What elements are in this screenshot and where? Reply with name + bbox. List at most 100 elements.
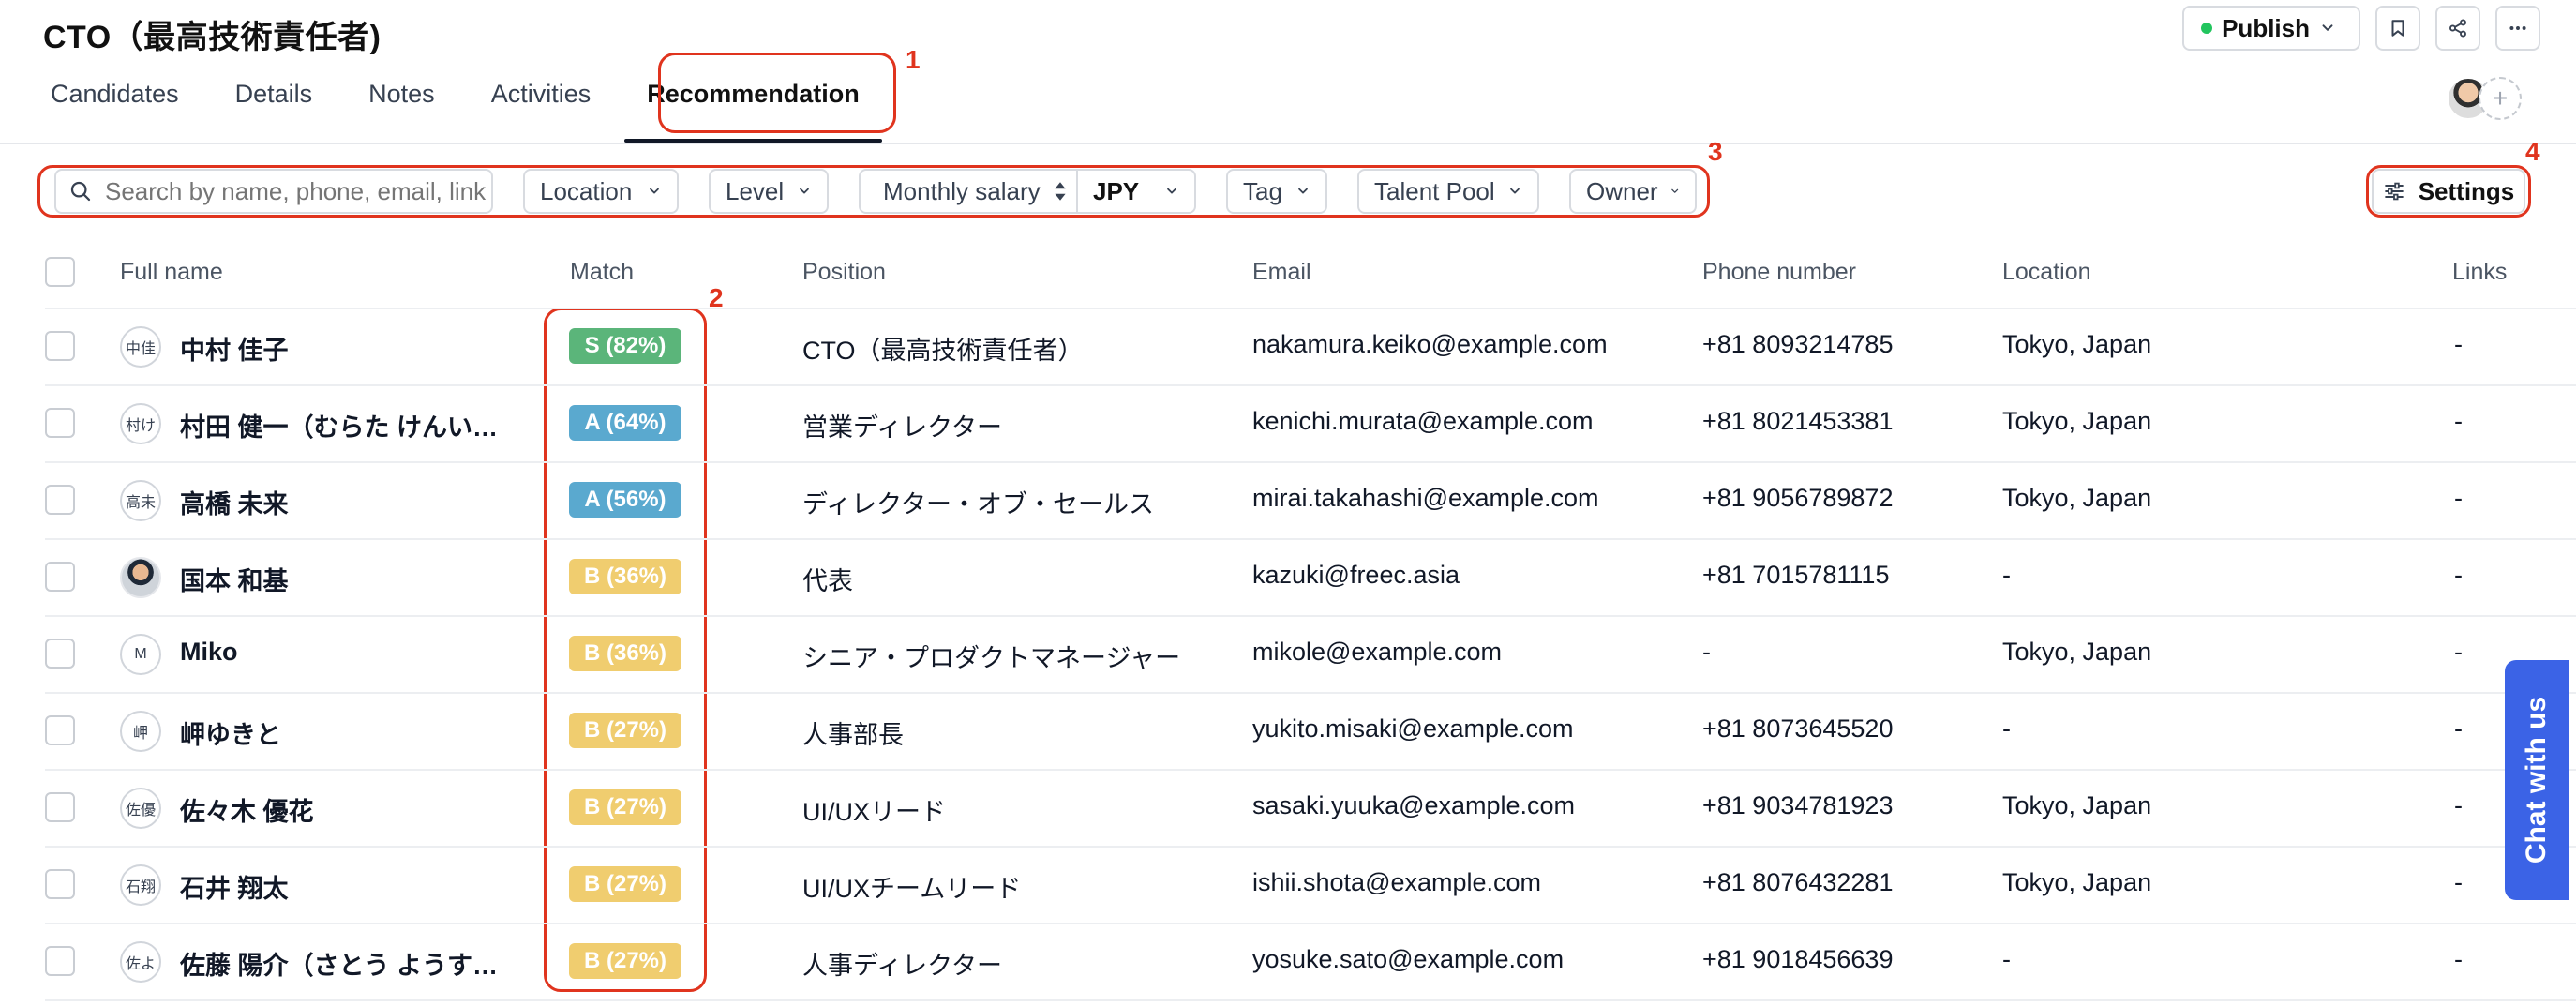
candidate-name[interactable]: 村田 健一（むらた けんいち... [180, 407, 517, 443]
links-cell: - [2454, 484, 2463, 512]
candidate-name[interactable]: 国本 和基 [180, 561, 289, 597]
tab-candidates[interactable]: Candidates [22, 80, 207, 143]
search-box[interactable] [54, 169, 493, 214]
row-checkbox[interactable] [45, 331, 75, 361]
more-horizontal-icon [2509, 26, 2526, 30]
candidate-name[interactable]: Miko [180, 638, 238, 667]
row-checkbox[interactable] [45, 869, 75, 899]
location-filter[interactable]: Location [523, 169, 679, 214]
monthly-salary-input[interactable]: Monthly salary [861, 171, 1078, 212]
table-row[interactable]: 佐優 佐々木 優花 B (27%) UI/UXリード sasaki.yuuka@exam… [0, 769, 2576, 846]
monthly-salary-label: Monthly salary [883, 176, 1041, 205]
page-title: CTO（最高技術責任者) [43, 20, 382, 55]
table-row[interactable]: 岬岬ゆきと B (27%) 人事部長 yukito.misaki@example.co… [0, 692, 2576, 769]
table-row[interactable]: 村け 村田 健一（むらた けんいち... A (64%) 営業ディレクター kenich… [0, 384, 2576, 461]
email-cell: nakamura.keiko@example.com [1252, 330, 1608, 358]
column-header-position[interactable]: Position [802, 259, 886, 286]
links-cell: - [2454, 638, 2463, 666]
talent-pool-filter[interactable]: Talent Pool [1357, 169, 1539, 214]
column-header-phone[interactable]: Phone number [1702, 259, 1856, 286]
row-checkbox[interactable] [45, 946, 75, 976]
chat-label: Chat with us [2521, 696, 2552, 864]
level-filter[interactable]: Level [709, 169, 829, 214]
location-cell: Tokyo, Japan [2002, 484, 2152, 512]
column-header-email[interactable]: Email [1252, 259, 1311, 286]
row-checkbox[interactable] [45, 485, 75, 515]
location-cell: Tokyo, Japan [2002, 407, 2152, 435]
header-actions: Publish [2182, 6, 2540, 51]
email-cell: ishii.shota@example.com [1252, 868, 1542, 896]
chevron-down-icon [1298, 188, 1308, 194]
column-header-match[interactable]: Match [570, 259, 634, 286]
links-cell: - [2454, 561, 2463, 589]
settings-label: Settings [2418, 176, 2515, 205]
email-cell: yosuke.sato@example.com [1252, 945, 1565, 973]
chevron-down-icon [1510, 188, 1520, 194]
tag-filter[interactable]: Tag [1226, 169, 1327, 214]
phone-cell: +81 8093214785 [1702, 330, 1894, 358]
tab-activities[interactable]: Activities [463, 80, 620, 143]
links-cell: - [2454, 407, 2463, 435]
tag-filter-label: Tag [1243, 176, 1282, 205]
match-badge: S (82%) [569, 328, 681, 364]
publish-button[interactable]: Publish [2182, 6, 2360, 51]
tab-notes[interactable]: Notes [340, 80, 463, 143]
row-checkbox[interactable] [45, 715, 75, 745]
position-cell: シニア・プロダクトマネージャー [802, 644, 1181, 672]
settings-button[interactable]: Settings [2372, 169, 2525, 214]
location-cell: Tokyo, Japan [2002, 868, 2152, 896]
email-cell: mikole@example.com [1252, 638, 1502, 666]
candidate-name[interactable]: 佐々木 優花 [180, 791, 314, 828]
monthly-salary-filter: Monthly salary JPY [859, 169, 1196, 214]
bookmark-icon [2391, 20, 2404, 37]
email-cell: sasaki.yuuka@example.com [1252, 791, 1576, 819]
collaborators: + [2447, 77, 2522, 120]
publish-label: Publish [2222, 13, 2310, 42]
tab-details[interactable]: Details [207, 80, 341, 143]
location-cell: Tokyo, Japan [2002, 638, 2152, 666]
column-header-full-name[interactable]: Full name [120, 259, 223, 286]
add-collaborator-button[interactable]: + [2479, 77, 2522, 120]
avatar [120, 557, 161, 598]
owner-filter[interactable]: Owner [1569, 169, 1697, 214]
match-badge: B (27%) [569, 943, 681, 979]
table-row[interactable]: 国本 和基 B (36%) 代表 kazuki@freec.asia +81 70157… [0, 538, 2576, 615]
table-row[interactable]: 中佳 中村 佳子 S (82%) CTO（最高技術責任者） nakamura.keiko… [0, 308, 2576, 384]
row-checkbox[interactable] [45, 562, 75, 592]
row-checkbox[interactable] [45, 639, 75, 669]
match-badge: B (27%) [569, 789, 681, 825]
row-checkbox[interactable] [45, 408, 75, 438]
position-cell: CTO（最高技術責任者） [802, 337, 1084, 365]
candidate-name[interactable]: 佐藤 陽介（さとう ようすけ... [180, 945, 517, 982]
search-input[interactable] [105, 176, 489, 206]
position-cell: 人事部長 [802, 721, 904, 749]
row-checkbox[interactable] [45, 792, 75, 822]
location-filter-label: Location [540, 176, 633, 205]
share-button[interactable] [2435, 6, 2480, 51]
column-header-links[interactable]: Links [2452, 259, 2507, 286]
avatar: 高未 [120, 480, 161, 521]
table-row[interactable]: 佐よ 佐藤 陽介（さとう ようすけ... B (27%) 人事ディレクター yosuke… [0, 923, 2576, 999]
candidate-name[interactable]: 高橋 未来 [180, 484, 289, 520]
location-cell: Tokyo, Japan [2002, 330, 2152, 358]
table-row[interactable]: M Miko B (36%) シニア・プロダクトマネージャー mikole@exampl… [0, 615, 2576, 692]
table-row[interactable]: 高未 高橋 未来 A (56%) ディレクター・オブ・セールス mirai.takaha… [0, 461, 2576, 538]
chat-with-us-button[interactable]: Chat with us [2505, 660, 2569, 900]
candidate-name[interactable]: 中村 佳子 [180, 330, 289, 367]
chevron-down-icon [2322, 24, 2333, 31]
more-options-button[interactable] [2495, 6, 2540, 51]
links-cell: - [2454, 714, 2463, 743]
avatar: M [120, 634, 161, 675]
select-all-checkbox[interactable] [45, 257, 75, 287]
column-header-location[interactable]: Location [2002, 259, 2091, 286]
email-cell: kenichi.murata@example.com [1252, 407, 1594, 435]
candidate-name[interactable]: 石井 翔太 [180, 868, 289, 905]
currency-select[interactable]: JPY [1078, 171, 1194, 212]
location-cell: - [2002, 714, 2011, 743]
email-cell: mirai.takahashi@example.com [1252, 484, 1599, 512]
candidate-name[interactable]: 岬ゆきと [180, 714, 281, 751]
bookmark-button[interactable] [2375, 6, 2420, 51]
location-cell: - [2002, 945, 2011, 973]
stepper-icon[interactable] [1054, 178, 1067, 204]
table-row[interactable]: 石翔 石井 翔太 B (27%) UI/UXチームリード ishii.shota@exa… [0, 846, 2576, 923]
